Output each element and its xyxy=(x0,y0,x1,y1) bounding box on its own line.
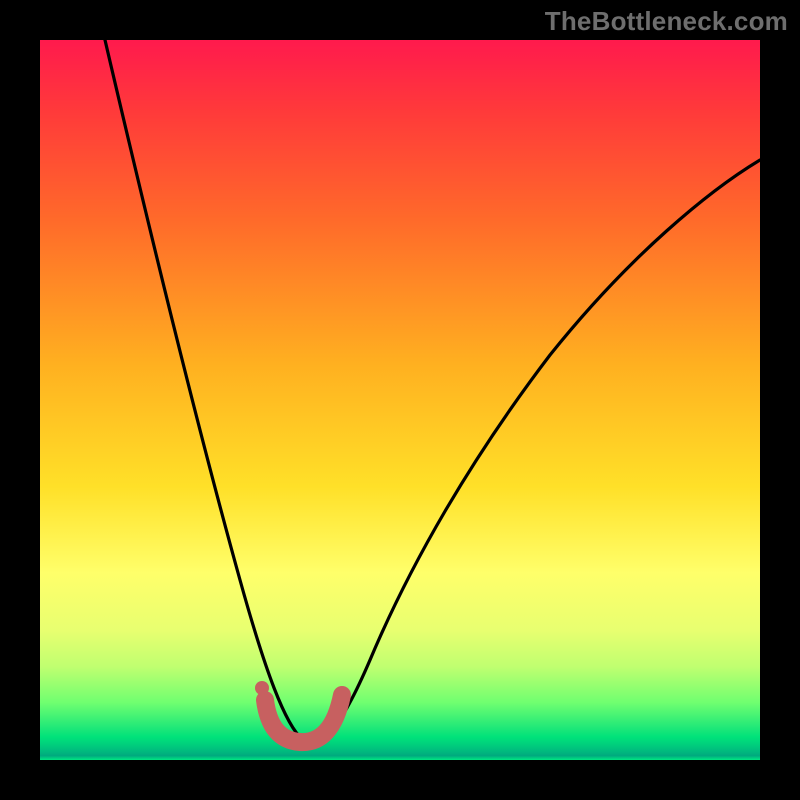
trough-marker xyxy=(265,695,342,742)
watermark-text: TheBottleneck.com xyxy=(545,6,788,37)
bottleneck-curve xyxy=(105,40,760,743)
chart-frame: TheBottleneck.com xyxy=(0,0,800,800)
trough-dot xyxy=(255,681,269,695)
curve-layer xyxy=(40,40,760,760)
